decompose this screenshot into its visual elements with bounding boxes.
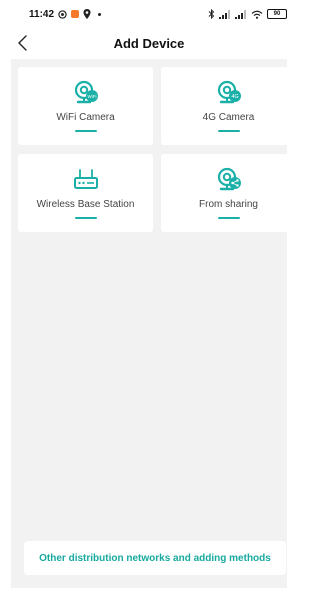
wifi-badge-text: WiFi xyxy=(87,94,96,99)
card-underline xyxy=(217,130,240,132)
wifi-status-icon xyxy=(251,10,263,19)
wifi-camera-card[interactable]: WiFi WiFi Camera xyxy=(18,67,153,145)
status-bar-left: 11:42 xyxy=(29,8,102,20)
card-underline xyxy=(74,217,97,219)
4g-camera-icon: 4G xyxy=(217,80,241,104)
share-camera-icon xyxy=(217,167,241,191)
bluetooth-icon xyxy=(208,9,215,19)
signal-icon-1 xyxy=(219,9,230,19)
wireless-base-station-label: Wireless Base Station xyxy=(36,199,135,210)
signal-icon-2 xyxy=(235,9,246,19)
4g-camera-label: 4G Camera xyxy=(202,112,255,123)
wifi-camera-icon: WiFi xyxy=(74,80,98,104)
card-underline xyxy=(217,217,240,219)
status-time: 11:42 xyxy=(29,8,55,20)
from-sharing-card[interactable]: From sharing xyxy=(161,154,296,232)
location-icon xyxy=(83,9,91,19)
status-bar: 11:42 90 xyxy=(0,0,298,28)
card-underline xyxy=(74,130,97,132)
4g-badge-text: 4G xyxy=(231,94,238,100)
4g-camera-card[interactable]: 4G 4G Camera xyxy=(161,67,296,145)
page-title: Add Device xyxy=(113,35,185,51)
battery-icon: 90 xyxy=(267,9,287,19)
wifi-camera-label: WiFi Camera xyxy=(56,112,115,123)
notification-icon xyxy=(58,9,67,19)
base-station-icon xyxy=(73,169,98,189)
app-notification-icon xyxy=(71,10,80,18)
wireless-base-station-card[interactable]: Wireless Base Station xyxy=(18,154,153,232)
status-bar-right: 90 xyxy=(208,9,287,19)
more-notifications-icon xyxy=(98,12,102,16)
back-arrow-icon[interactable] xyxy=(14,33,32,53)
header: Add Device xyxy=(0,28,298,58)
device-type-panel: WiFi WiFi Camera 4G 4G Camera Wireless B… xyxy=(11,59,296,588)
other-methods-button[interactable]: Other distribution networks and adding m… xyxy=(24,541,286,575)
from-sharing-label: From sharing xyxy=(199,199,258,210)
